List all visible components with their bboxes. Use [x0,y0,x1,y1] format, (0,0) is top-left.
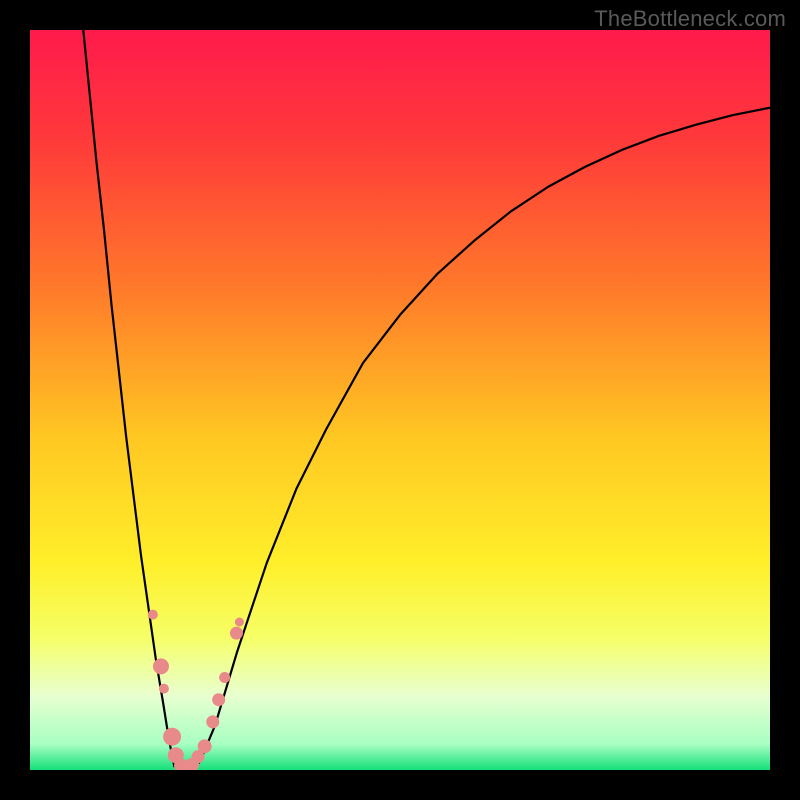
highlight-dot [212,693,225,706]
highlight-dot [235,618,244,627]
watermark-text: TheBottleneck.com [594,6,786,32]
bottleneck-curve [82,30,770,770]
highlight-dot [159,684,169,694]
highlight-dot [148,610,158,620]
chart-frame: TheBottleneck.com [0,0,800,800]
highlight-dot [206,715,219,728]
curve-layer [30,30,770,770]
plot-area [30,30,770,770]
highlight-dots [148,610,244,770]
highlight-dot [198,739,212,753]
highlight-dot [153,658,169,674]
highlight-dot [230,627,243,640]
highlight-dot [163,728,181,746]
highlight-dot [219,672,230,683]
